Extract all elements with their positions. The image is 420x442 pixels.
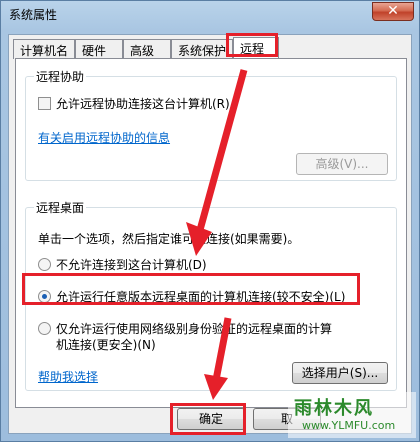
tab-system-protection[interactable]: 系统保护 xyxy=(171,39,233,59)
remote-desktop-instruction: 单击一个选项，然后指定谁可以连接(如果需要)。 xyxy=(38,232,300,246)
advanced-button[interactable]: 高级(V)... xyxy=(296,153,388,175)
remote-assistance-title: 远程协助 xyxy=(34,68,87,85)
remote-assistance-info-link[interactable]: 有关启用远程协助的信息 xyxy=(38,129,170,146)
watermark-text: 雨林木风 xyxy=(294,398,374,419)
ok-button[interactable]: 确定 xyxy=(177,408,245,430)
radio-allow-any-version-label[interactable]: 允许运行任意版本远程桌面的计算机连接(较不安全)(L) xyxy=(56,288,345,305)
close-button[interactable]: ✕ xyxy=(372,2,414,21)
tab-remote[interactable]: 远程 xyxy=(233,37,279,60)
remote-desktop-group: 远程桌面 单击一个选项，然后指定谁可以连接(如果需要)。 不允许连接到这台计算机… xyxy=(25,199,397,391)
radio-deny-connections-label[interactable]: 不允许连接到这台计算机(D) xyxy=(56,256,207,273)
tab-advanced[interactable]: 高级 xyxy=(123,39,171,59)
radio-deny-connections[interactable] xyxy=(38,258,51,271)
radio-allow-nla-only-label-line2[interactable]: 机连接(更安全)(N) xyxy=(56,336,156,353)
remote-assistance-group: 远程协助 允许远程协助连接这台计算机(R) 有关启用远程协助的信息 高级(V).… xyxy=(25,68,397,181)
remote-desktop-title: 远程桌面 xyxy=(34,199,87,216)
tab-computer-name[interactable]: 计算机名 xyxy=(13,39,75,59)
watermark-subtext: www.YLMFU.com xyxy=(302,419,396,432)
allow-remote-assistance-checkbox[interactable] xyxy=(38,97,51,110)
radio-allow-nla-only-label-line1[interactable]: 仅允许运行使用网络级别身份验证的远程桌面的计算 xyxy=(56,320,332,337)
tab-hardware[interactable]: 硬件 xyxy=(75,39,123,59)
select-users-button[interactable]: 选择用户(S)... xyxy=(292,362,388,384)
system-properties-window: 系统属性 ✕ 计算机名 硬件 高级 系统保护 远程 远程协助 允许远程协助连接这… xyxy=(0,0,420,442)
window-title: 系统属性 xyxy=(9,8,58,22)
title-bar[interactable]: 系统属性 ✕ xyxy=(1,1,419,27)
watermark: 雨林木风 www.YLMFU.com xyxy=(288,392,416,438)
allow-remote-assistance-label[interactable]: 允许远程协助连接这台计算机(R) xyxy=(56,95,230,112)
help-me-choose-link[interactable]: 帮助我选择 xyxy=(38,368,98,385)
radio-allow-nla-only[interactable] xyxy=(38,322,51,335)
close-icon: ✕ xyxy=(387,3,399,19)
radio-allow-any-version[interactable] xyxy=(38,290,51,303)
remote-tab-panel: 远程协助 允许远程协助连接这台计算机(R) 有关启用远程协助的信息 高级(V).… xyxy=(15,58,407,408)
